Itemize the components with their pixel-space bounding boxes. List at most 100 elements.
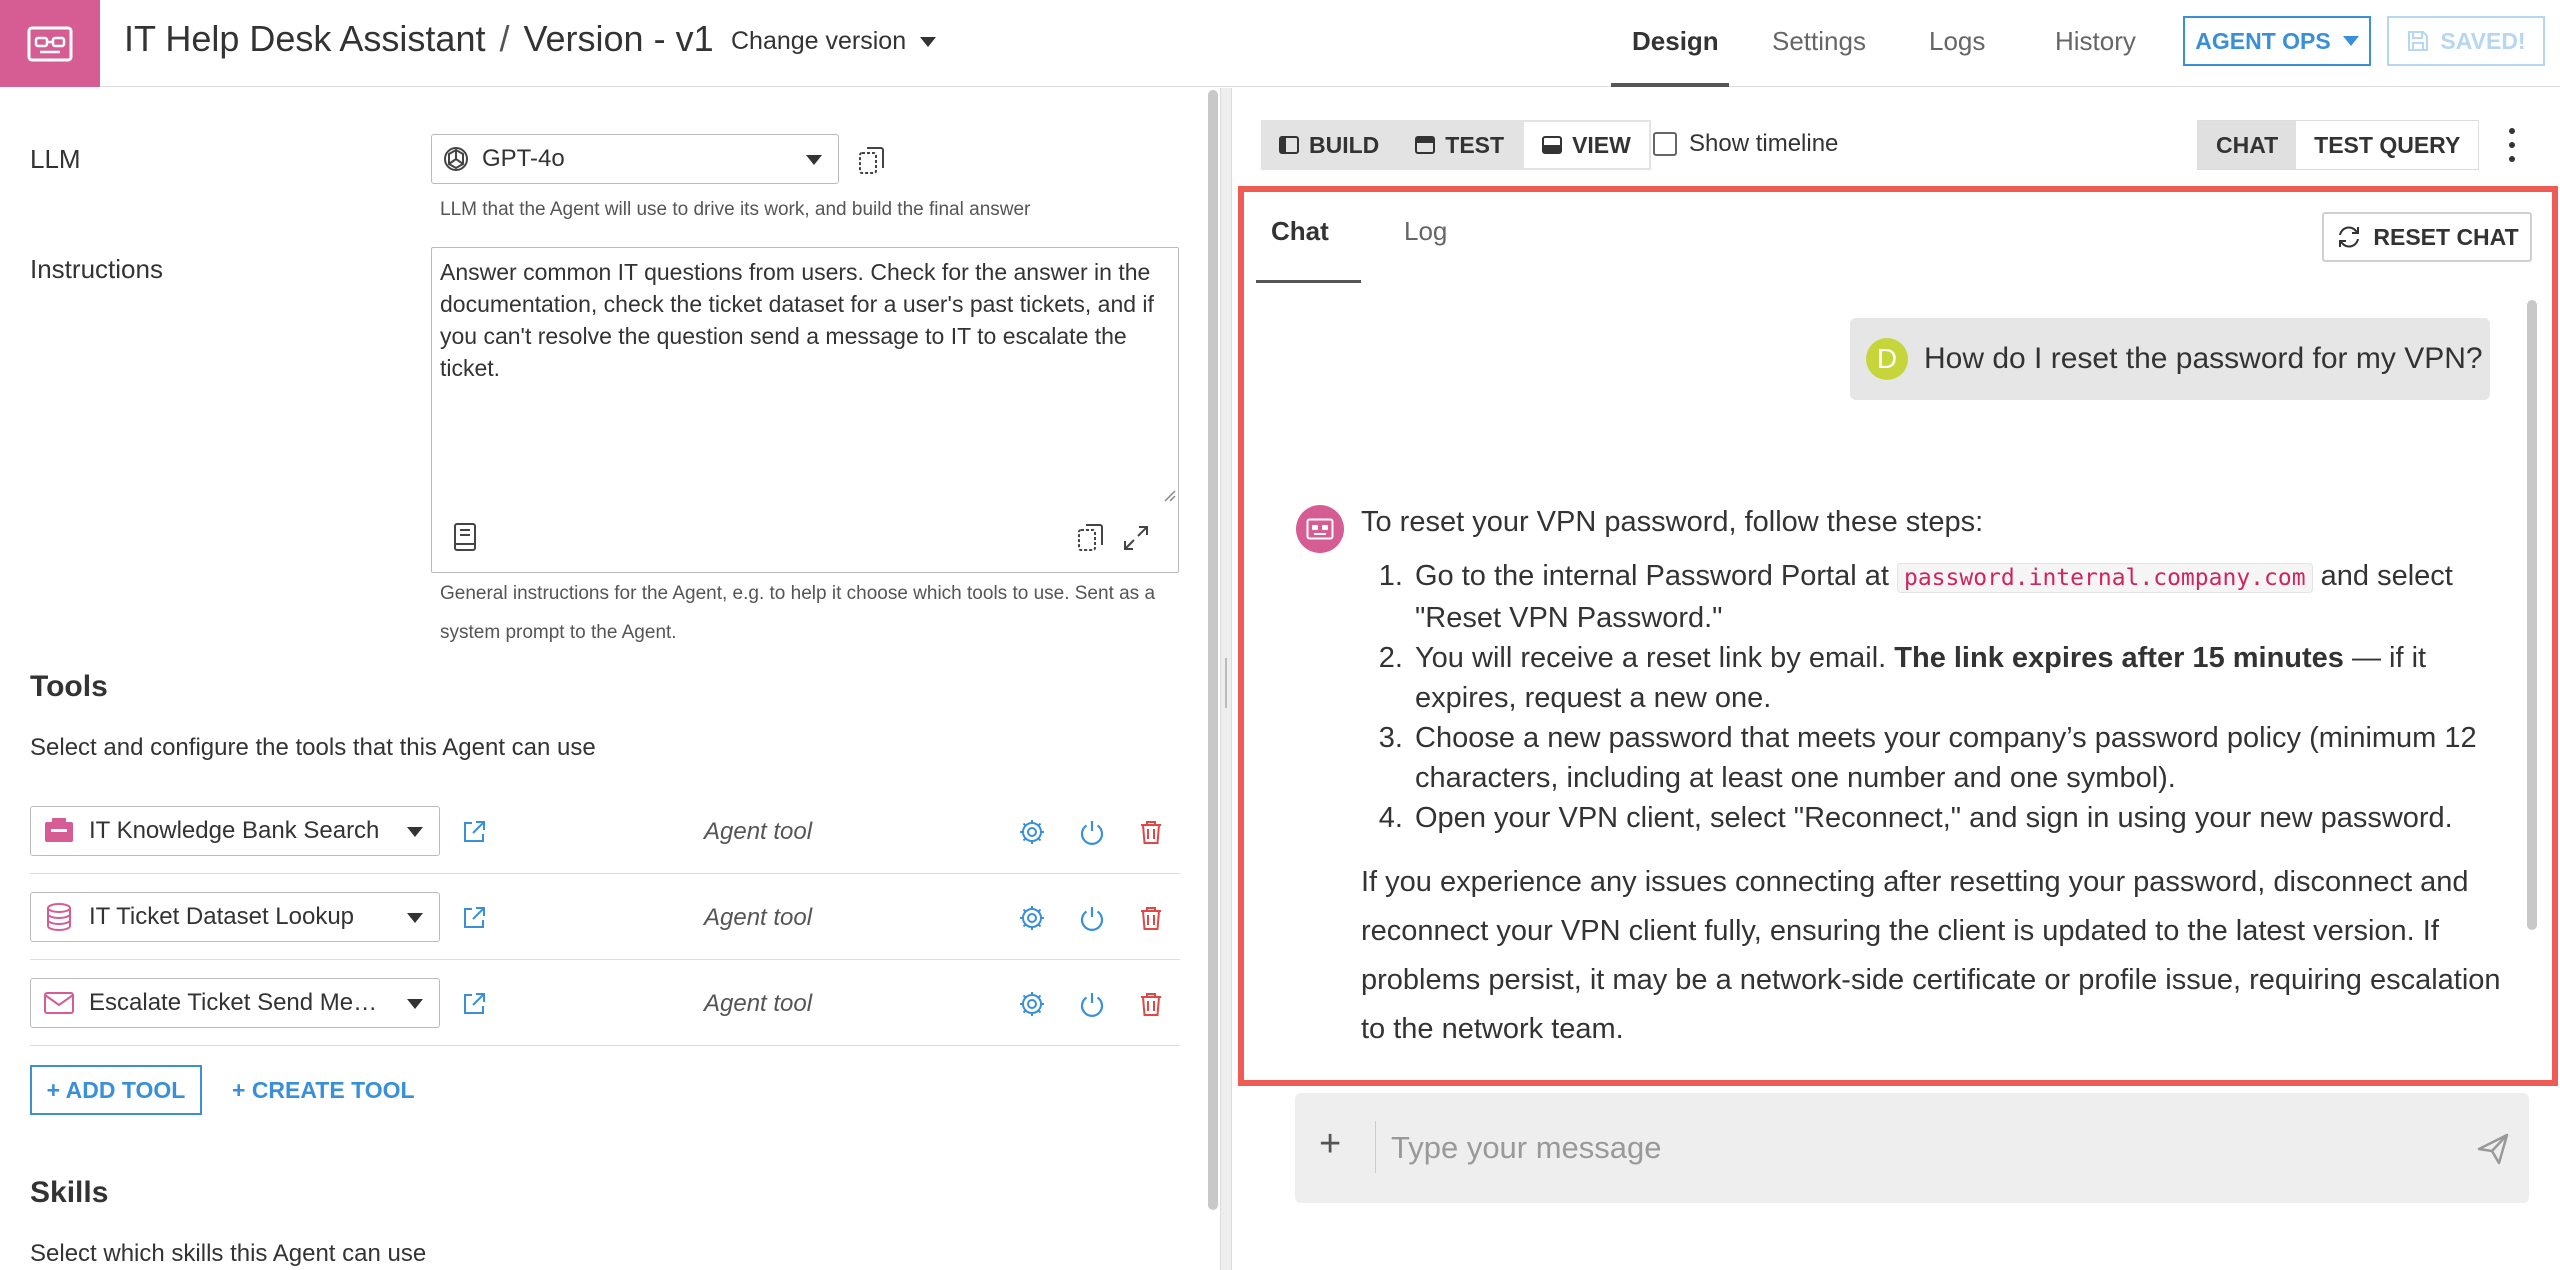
step-text: You will receive a reset link by email. (1415, 642, 1887, 674)
refresh-icon (2339, 226, 2360, 248)
app-name[interactable]: IT Help Desk Assistant (124, 18, 485, 59)
openai-icon (444, 147, 468, 171)
step-text: Go to the internal Password Portal at (1415, 560, 1889, 592)
chevron-down-icon (407, 827, 423, 837)
show-timeline-label: Show timeline (1689, 130, 1839, 157)
tool-row: Escalate Ticket Send Message Agent tool (30, 960, 1180, 1046)
power-icon[interactable] (1078, 904, 1106, 932)
version-name: Version - v1 (523, 18, 714, 59)
trash-icon[interactable] (1137, 990, 1165, 1018)
instructions-textarea[interactable]: Answer common IT questions from users. C… (431, 247, 1179, 573)
gear-icon[interactable] (1018, 818, 1046, 846)
copy-icon[interactable] (857, 145, 887, 177)
view-label: VIEW (1572, 131, 1631, 158)
test-label: TEST (1445, 131, 1505, 158)
chevron-down-icon (407, 913, 423, 923)
panel-divider[interactable] (1220, 88, 1232, 1270)
user-message: D How do I reset the password for my VPN… (1850, 318, 2490, 400)
skills-subtitle: Select which skills this Agent can use (30, 1240, 427, 1267)
reset-chat-button[interactable]: RESET CHAT (2322, 212, 2532, 262)
show-timeline-toggle[interactable]: Show timeline (1653, 130, 1838, 158)
external-link-icon[interactable] (460, 990, 488, 1018)
power-icon[interactable] (1078, 990, 1106, 1018)
change-version-dropdown[interactable]: Change version (731, 27, 937, 56)
chat-mode-button[interactable]: CHAT (2198, 121, 2297, 169)
message-composer: + (1295, 1093, 2529, 1203)
preview-panel: BUILD TEST VIEW Show timeline CHAT TEST … (1233, 88, 2560, 1270)
tool-name: IT Ticket Dataset Lookup (89, 903, 355, 930)
build-mode-button[interactable]: BUILD (1261, 120, 1397, 170)
chevron-down-icon (407, 999, 423, 1009)
tool-select[interactable]: IT Ticket Dataset Lookup (30, 892, 440, 942)
send-icon[interactable] (2475, 1131, 2511, 1167)
saved-label: SAVED! (2440, 27, 2526, 54)
envelope-icon (44, 992, 74, 1014)
left-scrollbar[interactable] (1208, 90, 1218, 1210)
more-options-icon[interactable] (2505, 128, 2519, 162)
external-link-icon[interactable] (460, 904, 488, 932)
gear-icon[interactable] (1018, 990, 1046, 1018)
resize-grip-icon[interactable] (1162, 488, 1176, 502)
trash-icon[interactable] (1137, 904, 1165, 932)
view-mode-button[interactable]: VIEW (1522, 120, 1651, 170)
bot-message: To reset your VPN password, follow these… (1361, 502, 2511, 1054)
test-mode-button[interactable]: TEST (1397, 120, 1522, 170)
agent-ops-button[interactable]: AGENT OPS (2183, 16, 2371, 66)
tools-title: Tools (30, 670, 108, 703)
llm-value: GPT-4o (482, 145, 565, 172)
list-item: Open your VPN client, select "Reconnect,… (1411, 798, 2511, 838)
expand-icon[interactable] (1122, 524, 1150, 552)
chevron-down-icon (806, 155, 822, 165)
instructions-label: Instructions (30, 254, 163, 284)
copy-icon[interactable] (1076, 522, 1106, 554)
instructions-help-text-2: system prompt to the Agent. (440, 622, 677, 643)
tab-settings[interactable]: Settings (1772, 26, 1866, 57)
show-timeline-checkbox[interactable] (1653, 132, 1677, 156)
list-item: Choose a new password that meets your co… (1411, 718, 2511, 798)
chat-scrollbar[interactable] (2527, 300, 2537, 930)
top-panel-icon (1415, 136, 1436, 154)
external-link-icon[interactable] (460, 818, 488, 846)
agent-config-panel: LLM GPT-4o LLM that the Agent will use t… (0, 88, 1220, 1270)
add-tool-button[interactable]: + ADD TOOL (30, 1065, 202, 1115)
dataset-icon (47, 903, 71, 932)
reset-chat-label: RESET CHAT (2373, 223, 2519, 250)
tab-chat[interactable]: Chat (1271, 216, 1329, 247)
agent-logo[interactable] (0, 0, 100, 87)
llm-select[interactable]: GPT-4o (431, 134, 839, 184)
tab-design[interactable]: Design (1632, 26, 1719, 57)
saved-button[interactable]: SAVED! (2387, 16, 2545, 66)
chat-area: Chat Log RESET CHAT D How do I reset the… (1238, 186, 2558, 1086)
test-query-button[interactable]: TEST QUERY (2296, 121, 2479, 169)
page-title: IT Help Desk Assistant / Version - v1 (124, 18, 714, 60)
tab-history[interactable]: History (2055, 26, 2136, 57)
message-input[interactable] (1391, 1121, 2391, 1175)
chevron-down-icon (920, 36, 937, 47)
tab-log[interactable]: Log (1404, 216, 1447, 247)
top-header: IT Help Desk Assistant / Version - v1 Chan… (0, 0, 2560, 87)
instructions-text[interactable]: Answer common IT questions from users. C… (440, 256, 1168, 384)
tool-select[interactable]: IT Knowledge Bank Search (30, 806, 440, 856)
tool-select[interactable]: Escalate Ticket Send Message (30, 978, 440, 1028)
power-icon[interactable] (1078, 818, 1106, 846)
knowledge-bank-icon (45, 818, 73, 842)
gear-icon[interactable] (1018, 904, 1046, 932)
drag-handle[interactable] (1225, 658, 1227, 708)
create-tool-link[interactable]: + CREATE TOOL (232, 1077, 415, 1104)
llm-help-text: LLM that the Agent will use to drive its… (440, 199, 1031, 220)
portal-url: password.internal.company.com (1896, 563, 2313, 593)
list-item: You will receive a reset link by email. … (1411, 638, 2511, 718)
tool-type: Agent tool (704, 818, 813, 845)
skills-title: Skills (30, 1176, 109, 1209)
chevron-down-icon (2342, 36, 2359, 46)
bottom-panel-icon (1542, 136, 1563, 154)
plus-icon[interactable]: + (1319, 1123, 1341, 1166)
instructions-help-text-1: General instructions for the Agent, e.g.… (440, 583, 1156, 604)
tool-name: IT Knowledge Bank Search (89, 817, 380, 844)
tool-type: Agent tool (704, 990, 813, 1017)
tab-logs[interactable]: Logs (1929, 26, 1985, 57)
active-chat-tab-indicator (1256, 280, 1361, 283)
trash-icon[interactable] (1137, 818, 1165, 846)
book-icon[interactable] (452, 522, 478, 552)
step-emphasis: The link expires after 15 minutes (1894, 642, 2344, 674)
